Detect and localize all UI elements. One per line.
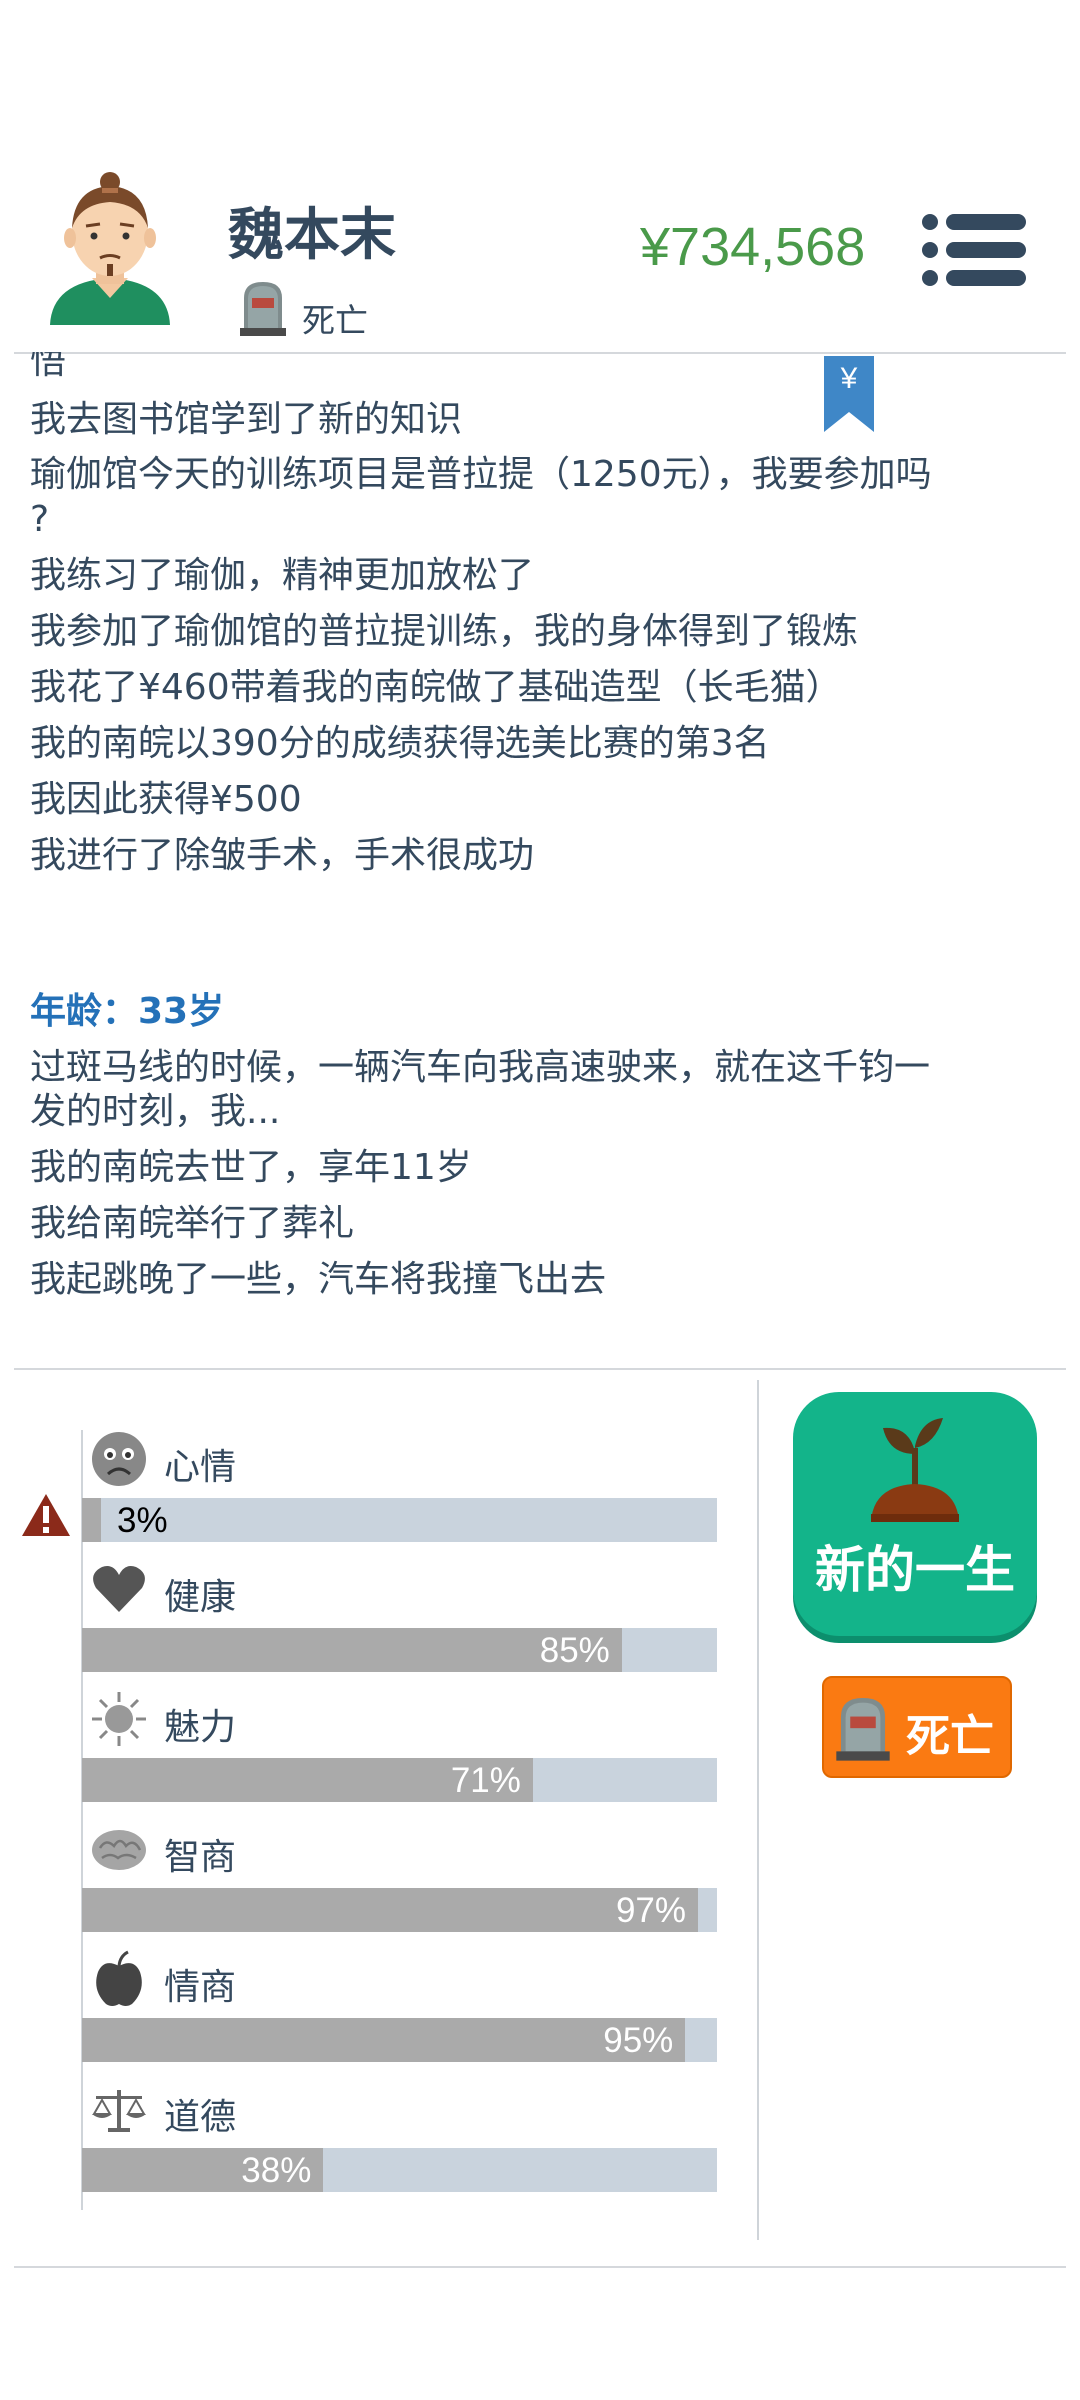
log-line: 我练习了瑜伽，精神更加放松了 [30, 555, 535, 596]
stat-eq: 情商 95% [82, 1950, 717, 2070]
log-line: 我起跳晚了一些，汽车将我撞飞出去 [30, 1259, 607, 1300]
new-life-button[interactable]: 新的一生 [793, 1392, 1037, 1636]
dead-button[interactable]: 死亡 [822, 1676, 1012, 1778]
stat-bar: 85% [82, 1628, 717, 1672]
menu-icon[interactable] [920, 210, 1028, 290]
age-heading: 年龄：33岁 [30, 991, 225, 1032]
apple-icon [96, 1950, 142, 2006]
stat-bar: 3% [82, 1498, 717, 1542]
money-balance: ¥734,568 [640, 217, 866, 277]
tombstone-icon [240, 282, 286, 336]
stat-value: 85% [539, 1631, 610, 1670]
stat-label: 健康 [164, 1577, 237, 1618]
log-line: 我去图书馆学到了新的知识 [30, 399, 463, 440]
sprout-icon [871, 1418, 959, 1522]
stat-label: 道德 [164, 2097, 237, 2138]
log-line: 我进行了除皱手术，手术很成功 [30, 835, 535, 876]
log-line: 我给南皖举行了葬礼 [30, 1203, 355, 1244]
stat-value: 97% [615, 1891, 686, 1930]
log-line: 我花了¥460带着我的南皖做了基础造型（长毛猫） [30, 667, 842, 708]
stat-bar-fill [82, 1888, 698, 1932]
stat-charm: 魅力 71% [82, 1690, 717, 1810]
panel-separator [757, 1380, 759, 2240]
stat-label: 智商 [164, 1837, 237, 1878]
log-line: 我的南皖以390分的成绩获得选美比赛的第3名 [30, 723, 770, 764]
warning-icon [22, 1494, 70, 1536]
stat-health: 健康 85% [82, 1560, 717, 1680]
stat-bar: 71% [82, 1758, 717, 1802]
log-line: 我因此获得¥500 [30, 779, 302, 820]
status-text: 死亡 [302, 301, 368, 340]
log-line: ? [30, 499, 50, 540]
stat-bar-fill [82, 1498, 102, 1542]
sad-face-icon [92, 1432, 146, 1486]
log-line: 发的时刻，我... [30, 1091, 281, 1132]
stat-value: 71% [450, 1761, 521, 1800]
bookmark-icon[interactable]: ¥ [822, 356, 876, 434]
stat-label: 情商 [164, 1967, 237, 2008]
bookmark-symbol: ¥ [840, 362, 858, 395]
stat-bar: 95% [82, 2018, 717, 2062]
footer-divider [14, 2266, 1066, 2268]
stat-value: 38% [241, 2151, 312, 2190]
player-name: 魏本末 [228, 203, 396, 268]
avatar [50, 172, 170, 325]
stat-iq: 智商 97% [82, 1820, 717, 1940]
stat-label: 魅力 [164, 1707, 237, 1748]
log-line: 瑜伽馆今天的训练项目是普拉提（1250元），我要参加吗 [30, 454, 932, 495]
stat-label: 心情 [164, 1447, 237, 1488]
stat-value: 95% [603, 2021, 674, 2060]
dead-label: 死亡 [906, 1711, 994, 1762]
heart-icon [93, 1566, 145, 1612]
sun-icon [92, 1692, 146, 1746]
stat-mood: 心情 3% [82, 1430, 717, 1550]
log-line: 悟 [30, 352, 67, 382]
new-life-label: 新的一生 [815, 1541, 1015, 1599]
log-line: 我的南皖去世了，享年11岁 [30, 1147, 472, 1188]
log-line: 过斑马线的时候，一辆汽车向我高速驶来，就在这千钧一 [30, 1047, 931, 1088]
tombstone-icon [836, 1698, 890, 1761]
brain-icon [92, 1830, 146, 1870]
stat-bar-fill [82, 2018, 686, 2062]
log-line: 我参加了瑜伽馆的普拉提训练，我的身体得到了锻炼 [30, 611, 859, 652]
stat-morality: 道德 38% [82, 2080, 717, 2200]
stat-bar: 97% [82, 1888, 717, 1932]
event-log[interactable]: 悟 我去图书馆学到了新的知识 瑜伽馆今天的训练项目是普拉提（1250元），我要参… [0, 352, 1080, 1352]
scales-icon [92, 2090, 146, 2132]
stat-value: 3% [117, 1501, 168, 1540]
profile-header: 魏本末 死亡 ¥734,568 [0, 150, 1080, 355]
stat-bar: 38% [82, 2148, 717, 2192]
